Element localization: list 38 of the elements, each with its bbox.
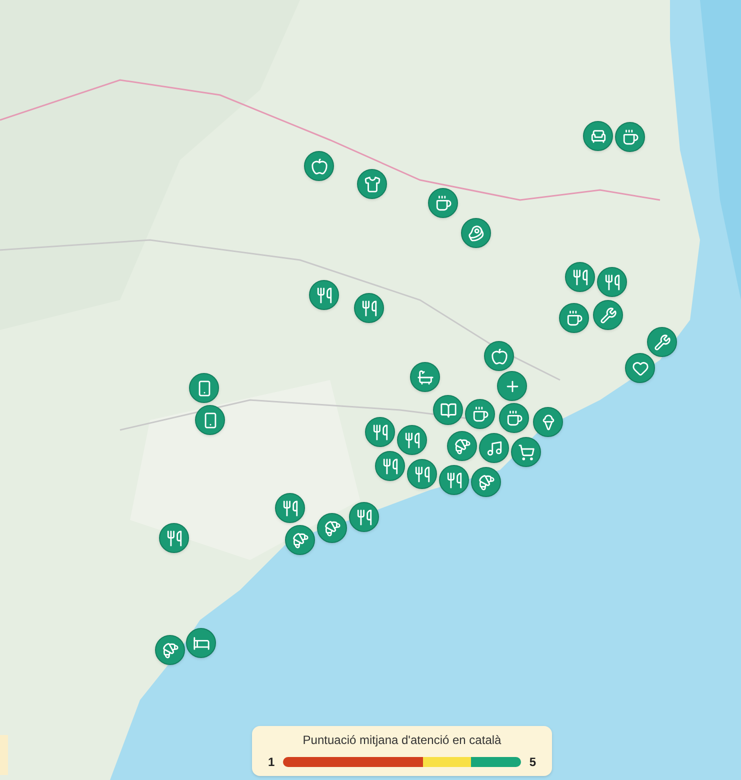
wrench-icon (600, 306, 616, 324)
legend-title: Puntuació mitjana d'atenció en català (302, 732, 502, 749)
armchair-icon (590, 128, 606, 144)
cutlery-icon (360, 300, 378, 316)
bathtub-icon (416, 368, 434, 386)
croissant-icon (162, 642, 178, 658)
cutlery-icon (382, 458, 398, 474)
wrench-icon (654, 334, 670, 350)
cup-icon (566, 310, 582, 326)
cutlery-icon (166, 530, 182, 546)
cup-icon (622, 128, 638, 146)
apple-icon (310, 158, 328, 174)
cutlery-icon (356, 508, 372, 526)
shirt-icon (364, 176, 380, 192)
bed-icon (192, 634, 210, 652)
cutlery-icon (572, 268, 588, 286)
croissant-icon (292, 532, 308, 548)
cutlery-icon (372, 424, 388, 440)
cutlery-icon (316, 286, 332, 304)
legend-min-label: 1 (268, 754, 275, 771)
cutlery-icon (604, 274, 620, 290)
cup-icon (506, 410, 522, 426)
croissant-icon (478, 474, 494, 490)
apple-icon (490, 348, 508, 364)
cutlery-icon (446, 472, 462, 488)
cutlery-icon (414, 466, 430, 482)
cart-icon (518, 444, 534, 460)
legend-max-label: 5 (529, 754, 536, 771)
croissant-icon (454, 438, 470, 454)
croissant-icon (324, 520, 340, 536)
music-note-icon (486, 440, 502, 456)
book-icon (440, 402, 456, 418)
meat-icon (468, 224, 484, 242)
cup-icon (472, 406, 488, 422)
cutlery-icon (282, 500, 298, 516)
heart-icon (632, 360, 648, 376)
cutlery-icon (404, 432, 420, 448)
cup-icon (434, 194, 452, 212)
